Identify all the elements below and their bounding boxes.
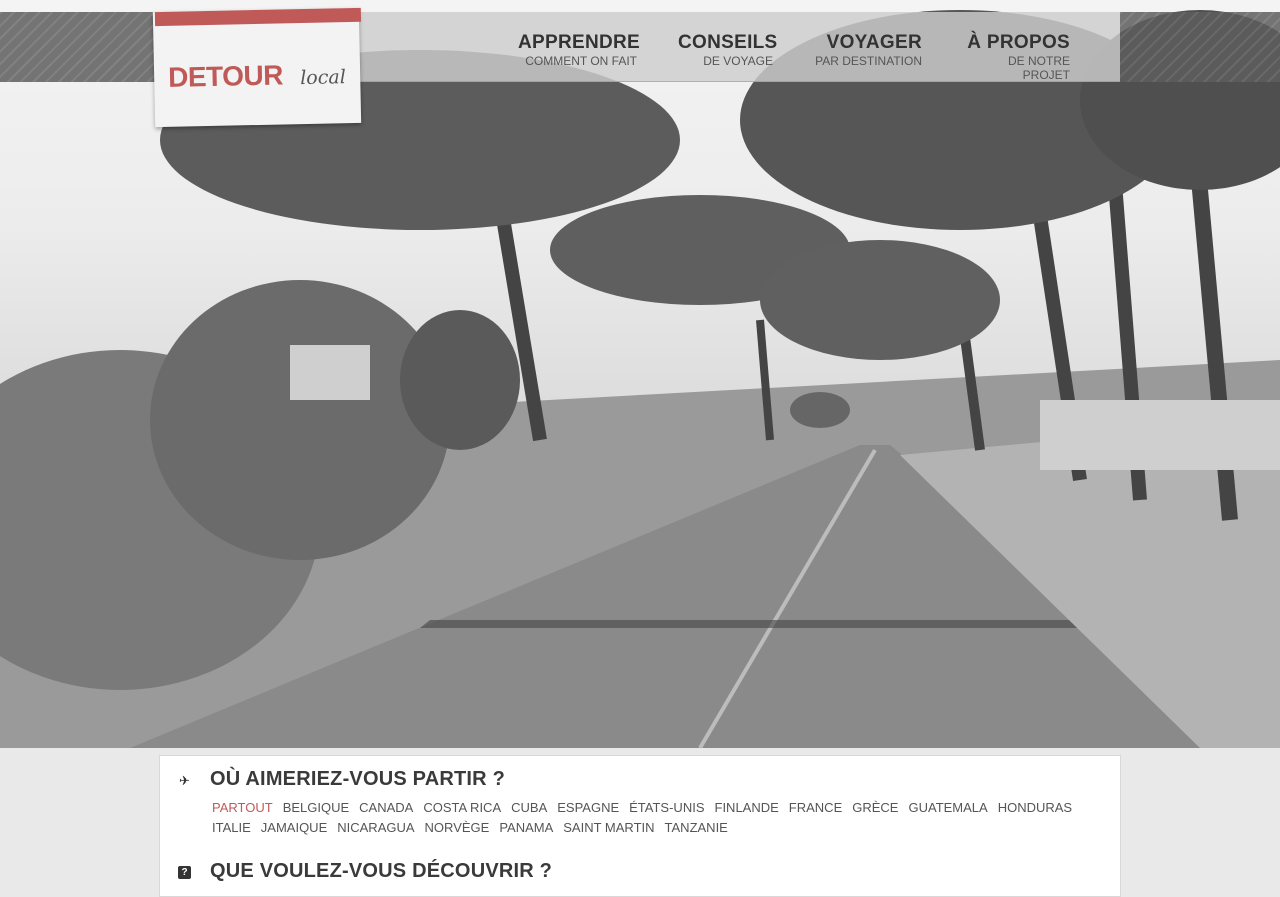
logo-band [154,7,362,27]
logo-suffix: local [300,66,347,90]
nav-conseils[interactable]: CONSEILS DE VOYAGE [678,32,778,68]
map-strip-left [0,12,160,82]
destination-link[interactable]: ESPAGNE [557,798,619,818]
destination-link[interactable]: ITALIE [212,818,251,838]
nav-title: À PROPOS [967,32,1070,53]
destination-link[interactable]: CANADA [359,798,413,818]
destination-link[interactable]: BELGIQUE [283,798,349,818]
nav-subtitle: COMMENT ON FAIT [525,54,637,68]
nav-subtitle: PAR DESTINATION [815,54,922,68]
destination-link[interactable]: SAINT MARTIN [563,818,654,838]
nav-title: APPRENDRE [518,32,640,53]
destination-link[interactable]: GUATEMALA [908,798,987,818]
nav-subtitle: DE NOTRE PROJET [1007,54,1070,82]
destination-list: PARTOUT BELGIQUE CANADA COSTA RICA CUBA ESPAG… [212,798,1112,838]
destination-link[interactable]: ÉTATS-UNIS [629,798,704,818]
destination-link[interactable]: HONDURAS [998,798,1072,818]
logo-text: DETOUR [167,59,284,93]
destination-link[interactable]: PARTOUT [212,798,273,818]
nav-apprendre[interactable]: APPRENDRE COMMENT ON FAIT [518,32,640,68]
airplane-icon: ✈ [179,773,190,788]
destination-link[interactable]: COSTA RICA [423,798,501,818]
search-panel: ✈ OÙ AIMERIEZ-VOUS PARTIR ? PARTOUT BELGI… [159,755,1121,897]
nav-a-propos[interactable]: À PROPOS DE NOTRE PROJET [962,32,1070,82]
destination-link[interactable]: CUBA [511,798,547,818]
destinations-title: OÙ AIMERIEZ-VOUS PARTIR ? [210,768,505,790]
destination-link[interactable]: TANZANIE [665,818,728,838]
destination-link[interactable]: PANAMA [499,818,553,838]
destination-link[interactable]: NICARAGUA [337,818,414,838]
logo[interactable]: DETOUR local [152,7,362,128]
destination-link[interactable]: NORVÈGE [425,818,490,838]
main-nav: APPRENDRE COMMENT ON FAIT CONSEILS DE VO… [358,12,1120,82]
nav-title: VOYAGER [826,32,922,53]
nav-subtitle: DE VOYAGE [703,54,773,68]
nav-title: CONSEILS [678,32,778,53]
destination-link[interactable]: FINLANDE [715,798,779,818]
destination-link[interactable]: JAMAIQUE [261,818,327,838]
nav-voyager[interactable]: VOYAGER PAR DESTINATION [812,32,922,68]
destination-link[interactable]: GRÈCE [852,798,898,818]
destination-link[interactable]: FRANCE [789,798,842,818]
map-strip-right [1120,12,1280,82]
question-icon: ? [178,866,191,879]
